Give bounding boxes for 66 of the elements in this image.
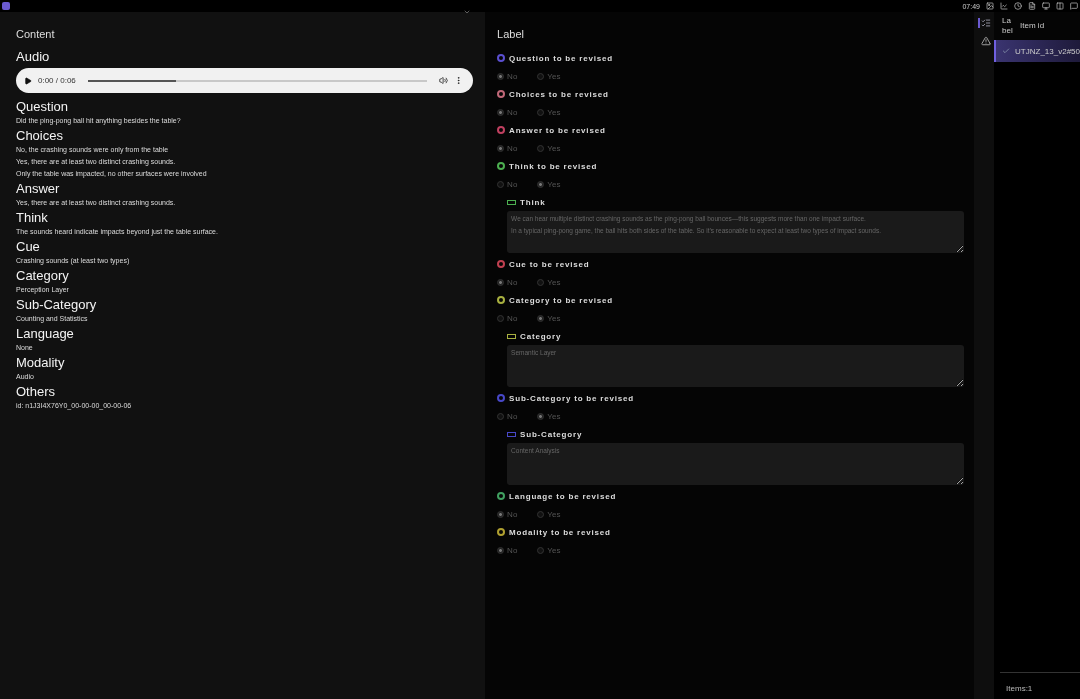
audio-time: 0:00 / 0:06 [38, 76, 76, 85]
field-label: Think [520, 197, 546, 207]
item-id: UTJNZ_13_v2#50 [1015, 46, 1080, 56]
question-title: Cue to be revised [509, 259, 590, 269]
radio-option[interactable]: No [497, 411, 518, 421]
radio-option[interactable]: Yes [537, 107, 561, 117]
columns-icon[interactable] [1056, 2, 1064, 10]
section-heading: Answer [16, 181, 61, 197]
section-heading: Others [16, 384, 56, 400]
question-title: Think to be revised [509, 161, 598, 171]
monitor-icon[interactable] [1042, 2, 1050, 10]
question-title: Choices to be revised [509, 89, 609, 99]
section-heading: Modality [16, 355, 66, 371]
items-count: Items:1 [1006, 684, 1033, 693]
question-title: Category to be revised [509, 295, 613, 305]
tag-icon [507, 199, 517, 205]
radio-option[interactable]: No [497, 107, 518, 117]
panel-title: Label [497, 28, 526, 40]
radio-option[interactable]: Yes [537, 509, 561, 519]
section-heading: Language [16, 326, 75, 342]
caret-icon[interactable] [463, 8, 472, 16]
section-heading: Cue [16, 239, 41, 255]
radio-option[interactable]: Yes [537, 313, 561, 323]
radio-option[interactable]: No [497, 313, 518, 323]
radio-option[interactable]: No [497, 545, 518, 555]
play-icon[interactable] [24, 76, 32, 85]
section-heading: Choices [16, 128, 64, 144]
document-icon[interactable] [1028, 2, 1036, 10]
app-logo-icon [2, 2, 10, 10]
radio-option[interactable]: No [497, 143, 518, 153]
chart-icon[interactable] [1000, 2, 1008, 10]
radio-option[interactable]: Yes [537, 179, 561, 189]
section-heading: Sub-Category [16, 297, 98, 313]
list-icon[interactable] [977, 18, 991, 28]
column-header[interactable]: Item id [1020, 21, 1045, 31]
field-label: Sub-Category [520, 429, 583, 439]
audio-player[interactable]: 0:00 / 0:06 [16, 68, 474, 93]
section-heading: Category [16, 268, 70, 284]
audio-seek-bar[interactable] [87, 79, 428, 82]
question-title: Modality to be revised [509, 527, 611, 537]
radio-option[interactable]: Yes [537, 411, 561, 421]
radio-option[interactable]: Yes [537, 143, 561, 153]
section-heading: Audio [16, 49, 51, 65]
radio-option[interactable]: No [497, 71, 518, 81]
chat-icon[interactable] [1070, 2, 1078, 10]
panel-title: Content [16, 28, 56, 40]
tag-icon [507, 431, 517, 437]
section-heading: Think [16, 210, 49, 226]
volume-icon[interactable] [439, 76, 449, 85]
radio-option[interactable]: Yes [537, 277, 561, 287]
clock-icon[interactable] [1014, 2, 1022, 10]
question-title: Question to be revised [509, 53, 613, 63]
radio-option[interactable]: No [497, 509, 518, 519]
field-label: Category [520, 331, 562, 341]
question-title: Answer to be revised [509, 125, 606, 135]
radio-option[interactable]: No [497, 277, 518, 287]
radio-option[interactable]: Yes [537, 71, 561, 81]
tag-icon [507, 333, 517, 339]
question-title: Sub-Category to be revised [509, 393, 634, 403]
section-heading: Question [16, 99, 70, 115]
question-title: Language to be revised [509, 491, 617, 501]
radio-option[interactable]: No [497, 179, 518, 189]
item-row[interactable]: UTJNZ_13_v2#50 [994, 40, 1080, 62]
radio-option[interactable]: Yes [537, 545, 561, 555]
column-header[interactable]: La bel [1002, 16, 1015, 36]
image-icon[interactable] [986, 2, 994, 10]
